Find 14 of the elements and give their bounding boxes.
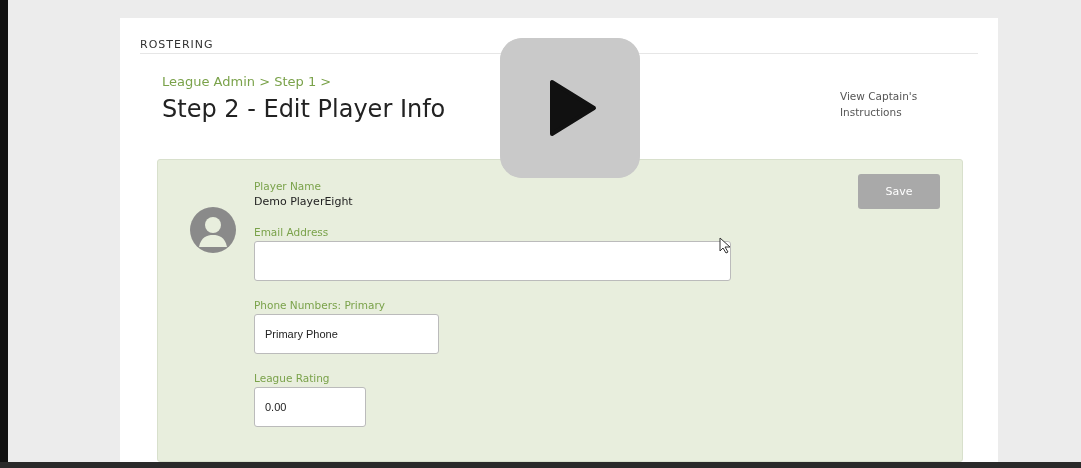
avatar-icon: [190, 207, 236, 253]
player-name: Demo PlayerEight: [254, 195, 354, 208]
field-label: League Rating: [254, 372, 331, 384]
input-field[interactable]: [254, 241, 731, 281]
field-label: Email Address: [254, 226, 330, 238]
section-title: ROSTERING: [140, 37, 215, 53]
play-button[interactable]: [500, 38, 640, 178]
field-label: Player Name: [254, 180, 322, 192]
instructions-link[interactable]: View Captain's Instructions: [840, 88, 940, 159]
page-title: Step 2 - Edit Player Info: [162, 95, 446, 123]
field-label: Phone Numbers: Primary: [254, 299, 386, 311]
input-field[interactable]: 0.00: [254, 387, 366, 427]
cursor-icon: [719, 237, 731, 254]
input-field[interactable]: Primary Phone: [254, 314, 439, 354]
